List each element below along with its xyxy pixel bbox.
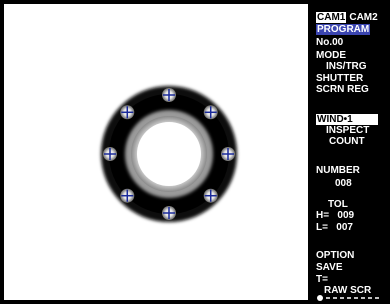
t-value: T= xyxy=(316,274,328,285)
inspect-label: INSPECT xyxy=(326,125,370,136)
tab-cam2[interactable]: CAM2 xyxy=(348,12,378,23)
inspection-screen: CAM1 CAM2 PROGRAM No.00 MODE INS/TRG SHUT… xyxy=(0,0,390,304)
cursor-indicator xyxy=(317,295,382,301)
tab-cam1[interactable]: CAM1 xyxy=(316,12,347,23)
cursor-dot xyxy=(317,295,323,301)
tol-label: TOL xyxy=(328,199,348,210)
mode-value: INS/TRG xyxy=(326,61,367,72)
menu-item-scrn-reg[interactable]: SCRN REG xyxy=(316,84,369,95)
count-label: COUNT xyxy=(329,136,365,147)
number-value: 008 xyxy=(335,178,352,189)
menu-item-shutter[interactable]: SHUTTER xyxy=(316,73,363,84)
program-number: No.00 xyxy=(316,37,344,48)
bearing-image xyxy=(101,86,237,222)
camera-image xyxy=(4,4,308,300)
camera-tabs: CAM1 CAM2 xyxy=(316,12,381,23)
menu-item-option[interactable]: OPTION xyxy=(316,250,354,261)
menu-item-window[interactable]: WIND•1 xyxy=(316,114,378,125)
side-menu: CAM1 CAM2 PROGRAM No.00 MODE INS/TRG SHUT… xyxy=(310,0,390,304)
menu-item-mode[interactable]: MODE xyxy=(316,50,346,61)
menu-item-program[interactable]: PROGRAM xyxy=(316,24,371,35)
tol-low-value[interactable]: L= 007 xyxy=(316,222,353,233)
tol-high-value[interactable]: H= 009 xyxy=(316,210,354,221)
camera-view xyxy=(0,0,310,304)
menu-item-save[interactable]: SAVE xyxy=(316,262,343,273)
menu-item-number[interactable]: NUMBER xyxy=(316,165,360,176)
